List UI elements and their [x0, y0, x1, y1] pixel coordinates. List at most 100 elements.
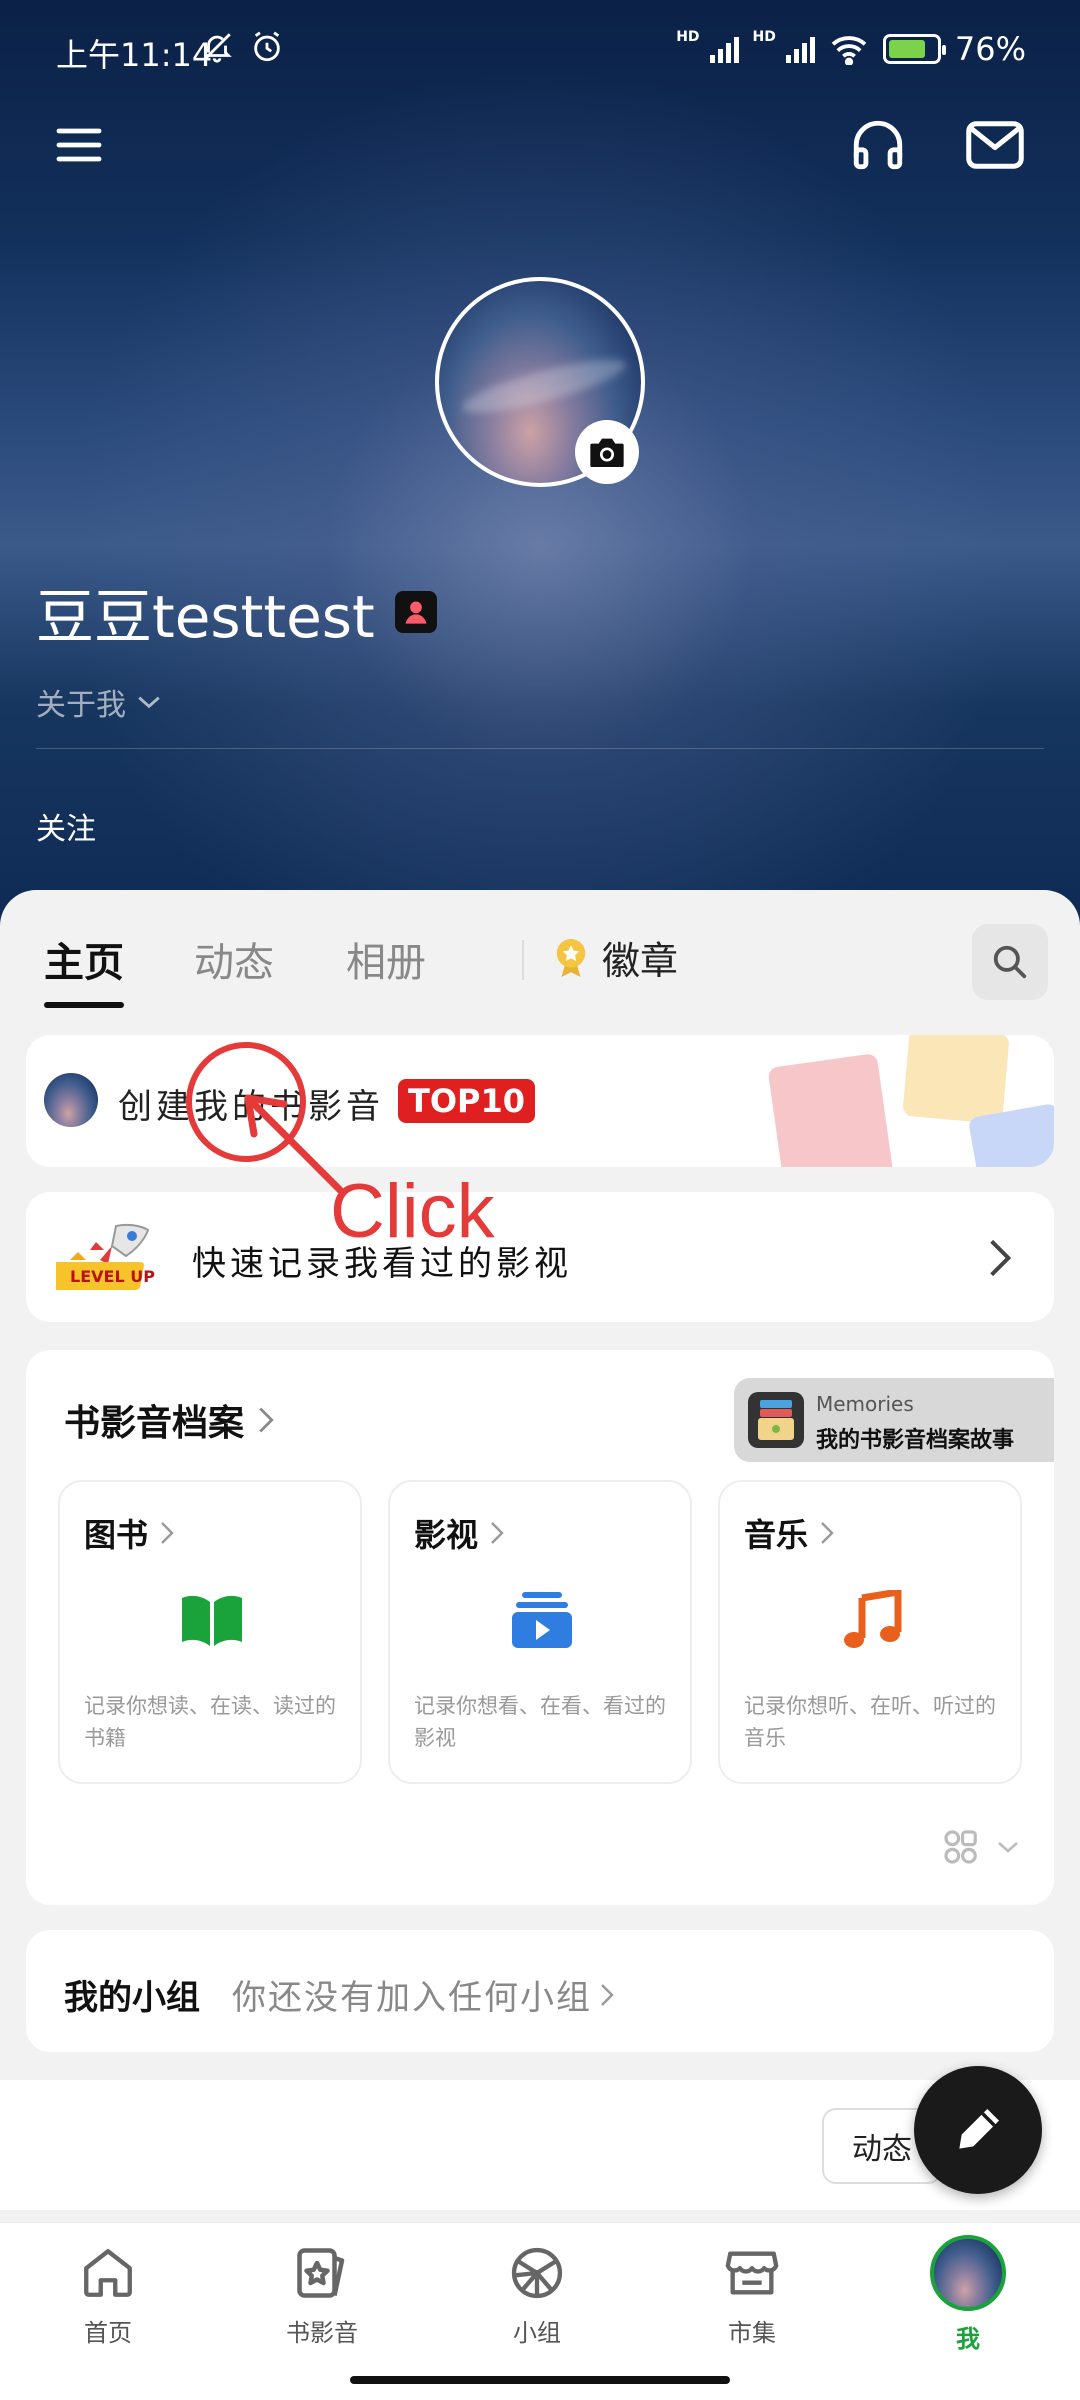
bottom-navigation: 首页 书影音 小组 市集 我	[0, 2222, 1080, 2400]
username: 豆豆testtest	[36, 570, 437, 654]
store-icon	[725, 2251, 779, 2295]
archive-box-icon	[748, 1392, 804, 1448]
music-description: 记录你想听、在听、听过的音乐	[744, 1694, 996, 1750]
memories-label: Memories	[816, 1392, 914, 1416]
menu-button[interactable]	[44, 110, 114, 180]
small-avatar	[44, 1073, 98, 1127]
my-groups-title: 我的小组	[64, 1978, 200, 2018]
headphones-button[interactable]	[843, 110, 913, 180]
star-card-icon	[297, 2248, 345, 2298]
nav-home[interactable]: 首页	[38, 2241, 178, 2348]
signal-icon	[709, 35, 739, 63]
books-heading: 图书	[84, 1510, 174, 1556]
movies-title: 影视	[414, 1516, 479, 1554]
chevron-right-icon	[161, 1522, 174, 1544]
status-time: 上午11:14	[56, 36, 213, 74]
battery-icon	[882, 34, 946, 64]
video-play-icon	[512, 1592, 572, 1648]
status-left-icons	[200, 30, 284, 64]
verified-badge-icon[interactable]	[394, 591, 437, 633]
home-indicator	[350, 2376, 730, 2384]
ball-icon	[511, 2247, 563, 2299]
music-title: 音乐	[744, 1516, 809, 1554]
heart-card-decoration	[767, 1052, 895, 1167]
chevron-right-icon	[601, 1983, 614, 2006]
tab-separator	[522, 940, 524, 980]
tab-activity[interactable]: 动态	[194, 930, 274, 988]
change-avatar-button[interactable]	[575, 420, 639, 484]
archive-view-toggle[interactable]	[942, 1828, 1020, 1866]
chevron-right-icon	[990, 1239, 1012, 1277]
top10-badge: TOP10	[398, 1079, 536, 1123]
battery-level: 76%	[954, 30, 1026, 68]
status-bar: 上午11:14 HD HD 76%	[0, 20, 1080, 80]
tab-medals[interactable]: 徽章	[552, 930, 678, 985]
archive-title-link[interactable]: 书影音档案	[64, 1394, 274, 1446]
medal-label: 徽章	[602, 939, 679, 983]
mail-icon	[966, 121, 1024, 169]
nav-groups[interactable]: 小组	[467, 2241, 607, 2348]
quick-record-card[interactable]: LEVEL UP! 快速记录我看过的影视	[26, 1192, 1054, 1322]
search-icon	[993, 945, 1027, 979]
my-groups-card[interactable]: 我的小组 你还没有加入任何小组	[26, 1930, 1054, 2052]
chevron-right-icon	[821, 1522, 834, 1544]
chevron-down-icon	[138, 696, 160, 709]
grid-view-icon	[944, 1830, 977, 1864]
nav-media[interactable]: 书影音	[252, 2241, 392, 2348]
nav-groups-label: 小组	[513, 2319, 561, 2347]
nav-market-label: 市集	[728, 2319, 776, 2347]
follow-link[interactable]: 关注	[36, 804, 96, 848]
about-me-toggle[interactable]: 关于我	[36, 680, 162, 724]
messages-button[interactable]	[960, 110, 1030, 180]
header-divider	[36, 748, 1044, 749]
nav-me[interactable]: 我	[898, 2235, 1038, 2354]
profile-tabs: 主页 动态 相册 徽章	[0, 890, 1080, 1010]
chevron-right-icon	[491, 1522, 504, 1544]
level-up-badge-text: LEVEL UP!	[70, 1267, 156, 1286]
nav-me-label: 我	[956, 2325, 980, 2353]
app-screen: 上午11:14 HD HD 76% 豆豆testtest 关于我 关注 主页 动…	[0, 0, 1080, 2400]
chevron-right-icon	[259, 1407, 274, 1433]
media-archive-card: 书影音档案 Memories 我的书影音档案故事 图书 记录你想读、在读、读过的…	[26, 1350, 1054, 1905]
pen-icon	[959, 2109, 999, 2149]
archive-books[interactable]: 图书 记录你想读、在读、读过的书籍	[58, 1480, 362, 1784]
my-groups-empty-text: 你还没有加入任何小组	[232, 1978, 592, 2018]
chevron-down-icon	[998, 1842, 1018, 1853]
bell-off-icon	[203, 33, 232, 63]
book-icon	[182, 1595, 242, 1646]
camera-icon	[590, 438, 624, 467]
nav-media-label: 书影音	[286, 2319, 358, 2347]
username-text: 豆豆testtest	[36, 583, 375, 651]
tab-home[interactable]: 主页	[44, 930, 124, 988]
medal-icon	[556, 938, 586, 977]
memories-subtitle: 我的书影音档案故事	[816, 1428, 1015, 1453]
signal-icon-2	[785, 35, 815, 63]
movies-heading: 影视	[414, 1510, 504, 1556]
nav-home-label: 首页	[84, 2319, 132, 2347]
music-heading: 音乐	[744, 1510, 834, 1556]
search-button[interactable]	[972, 924, 1048, 1000]
status-right-icons: HD HD 76%	[676, 29, 1026, 68]
tab-album[interactable]: 相册	[346, 930, 426, 988]
main-content-sheet: 主页 动态 相册 徽章 创建我的书影音 TOP10 LEVEL UP! 快速记录…	[0, 890, 1080, 2080]
hamburger-menu-icon	[56, 128, 102, 162]
headphones-icon	[853, 120, 903, 170]
movies-description: 记录你想看、在看、看过的影视	[414, 1694, 666, 1750]
nav-market[interactable]: 市集	[682, 2241, 822, 2348]
memories-story-button[interactable]: Memories 我的书影音档案故事	[734, 1378, 1054, 1462]
level-up-rocket-icon: LEVEL UP!	[56, 1223, 156, 1290]
archive-movies[interactable]: 影视 记录你想看、在看、看过的影视	[388, 1480, 692, 1784]
annotation-click-label: Click	[330, 1169, 495, 1254]
archive-music[interactable]: 音乐 记录你想听、在听、听过的音乐	[718, 1480, 1022, 1784]
heart-card-decoration-2	[902, 1035, 1010, 1125]
active-tab-indicator	[44, 1002, 124, 1008]
home-icon	[84, 2249, 132, 2297]
alarm-icon	[254, 31, 280, 62]
about-me-label: 关于我	[36, 688, 126, 723]
books-title: 图书	[84, 1516, 149, 1554]
compose-button[interactable]	[914, 2066, 1042, 2194]
books-description: 记录你想读、在读、读过的书籍	[84, 1694, 336, 1750]
archive-title: 书影音档案	[64, 1403, 245, 1444]
create-top10-card[interactable]: 创建我的书影音 TOP10	[26, 1035, 1054, 1167]
nav-me-avatar	[930, 2235, 1006, 2311]
